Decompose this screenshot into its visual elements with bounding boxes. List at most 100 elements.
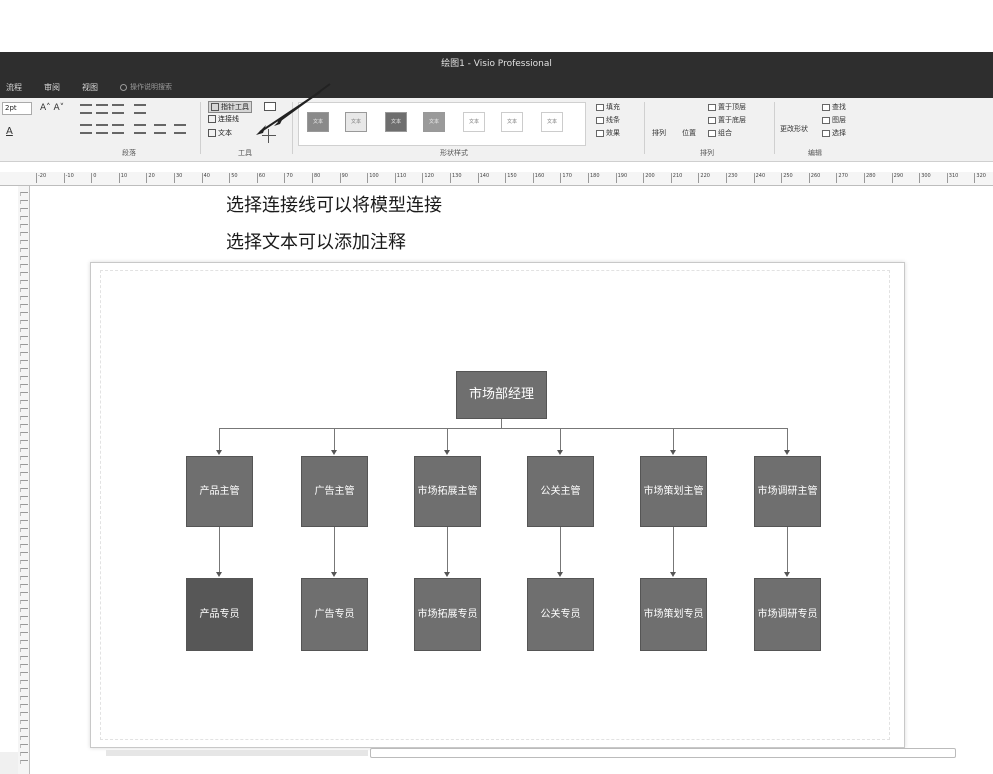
line-button[interactable]: 线条 bbox=[596, 115, 620, 125]
effects-label: 效果 bbox=[606, 129, 620, 137]
align-center-icon[interactable] bbox=[96, 104, 108, 114]
connector-line bbox=[334, 527, 335, 572]
position-button[interactable]: 位置 bbox=[682, 128, 696, 138]
find-label: 查找 bbox=[832, 103, 846, 111]
horizontal-scrollbar[interactable] bbox=[370, 748, 956, 758]
annotation-text-hint: 选择文本可以添加注释 bbox=[226, 232, 406, 253]
pointer-icon bbox=[211, 103, 219, 111]
arrow-head bbox=[557, 572, 563, 577]
ruler-tick: 0 bbox=[91, 173, 97, 183]
find-button[interactable]: 查找 bbox=[822, 102, 846, 112]
font-size-box[interactable]: 2pt bbox=[2, 102, 32, 115]
indent-icon[interactable] bbox=[154, 124, 166, 134]
ruler-tick bbox=[20, 344, 28, 348]
arrow-head bbox=[557, 450, 563, 455]
title-bar: 绘图1 - Visio Professional 流程 审阅 视图 操作说明搜索 bbox=[0, 52, 993, 98]
arrow-head bbox=[444, 572, 450, 577]
ruler-tick bbox=[20, 360, 28, 364]
fill-button[interactable]: 填充 bbox=[596, 102, 620, 112]
ruler-tick: 300 bbox=[919, 173, 931, 183]
ruler-tick bbox=[20, 696, 28, 700]
ruler-tick bbox=[20, 704, 28, 708]
bullets-icon[interactable] bbox=[134, 104, 146, 114]
align-middle-icon[interactable] bbox=[96, 124, 108, 134]
ruler-tick bbox=[20, 384, 28, 388]
ruler-tick: 10 bbox=[118, 173, 128, 183]
grow-shrink-font-buttons[interactable]: A˄ A˅ bbox=[40, 103, 64, 113]
ribbon-separator bbox=[200, 102, 201, 154]
bring-to-front-button[interactable]: 置于顶层 bbox=[708, 102, 746, 112]
ruler-tick bbox=[20, 608, 28, 612]
group-label-paragraph: 段落 bbox=[122, 149, 136, 157]
tab-review[interactable]: 审阅 bbox=[44, 82, 60, 93]
ruler-tick bbox=[20, 432, 28, 436]
ruler-tick bbox=[20, 728, 28, 732]
effects-icon bbox=[596, 129, 604, 137]
layers-button[interactable]: 图层 bbox=[822, 115, 846, 125]
align-right-icon[interactable] bbox=[112, 104, 124, 114]
node-label: 专员 bbox=[683, 608, 704, 620]
ruler-tick bbox=[20, 576, 28, 580]
text-tool-label: 文本 bbox=[218, 129, 232, 137]
connector-line bbox=[219, 527, 220, 572]
select-button[interactable]: 选择 bbox=[822, 128, 846, 138]
ruler-tick bbox=[20, 600, 28, 604]
arrow-head bbox=[670, 450, 676, 455]
change-shape-button[interactable]: 更改形状 bbox=[780, 124, 808, 134]
node-supervisor: 市场拓展 主管 bbox=[414, 456, 481, 527]
pointer-tool-label: 指针工具 bbox=[221, 103, 249, 111]
send-to-back-button[interactable]: 置于底层 bbox=[708, 115, 746, 125]
ruler-tick bbox=[20, 376, 28, 380]
shape-styles-gallery: 文本 文本 文本 文本 文本 文本 文本 bbox=[298, 102, 586, 146]
outdent-icon[interactable] bbox=[174, 124, 186, 134]
node-label: 公关主管 bbox=[540, 485, 581, 497]
select-icon bbox=[822, 129, 830, 137]
ruler-tick bbox=[20, 664, 28, 668]
ruler-tick bbox=[20, 488, 28, 492]
ruler-tick: 290 bbox=[891, 173, 904, 183]
node-label: 市场调研 bbox=[757, 608, 798, 620]
align-left-icon[interactable] bbox=[80, 104, 92, 114]
shape-style-thumb[interactable]: 文本 bbox=[463, 112, 485, 132]
tell-me-search[interactable]: 操作说明搜索 bbox=[120, 82, 172, 92]
ruler-tick: 240 bbox=[753, 173, 766, 183]
node-label: 广告主管 bbox=[314, 485, 355, 497]
bring-front-label: 置于顶层 bbox=[718, 103, 746, 111]
align-button[interactable]: 排列 bbox=[652, 128, 666, 138]
page-tabs-area bbox=[106, 750, 368, 756]
node-supervisor: 广告主管 bbox=[301, 456, 368, 527]
ruler-tick bbox=[20, 712, 28, 716]
node-label: 公关专员 bbox=[540, 608, 581, 620]
ruler-tick bbox=[20, 648, 28, 652]
arrow-head bbox=[331, 450, 337, 455]
shape-style-thumb[interactable]: 文本 bbox=[541, 112, 563, 132]
ribbon-tabs: 流程 审阅 视图 操作说明搜索 bbox=[0, 78, 172, 96]
ruler-tick bbox=[20, 352, 28, 356]
ruler-tick: -20 bbox=[35, 173, 47, 183]
ruler-tick bbox=[20, 400, 28, 404]
group-label-tools: 工具 bbox=[238, 149, 252, 157]
connector-line bbox=[787, 428, 788, 450]
group-label-shape-styles: 形状样式 bbox=[440, 149, 468, 157]
shape-style-thumb[interactable]: 文本 bbox=[385, 112, 407, 132]
ruler-tick bbox=[20, 688, 28, 692]
shape-style-thumb[interactable]: 文本 bbox=[345, 112, 367, 132]
connector-tool-button[interactable]: 连接线 bbox=[208, 114, 239, 124]
effects-button[interactable]: 效果 bbox=[596, 128, 620, 138]
find-icon bbox=[822, 103, 830, 111]
align-top-icon[interactable] bbox=[80, 124, 92, 134]
shape-style-thumb[interactable]: 文本 bbox=[423, 112, 445, 132]
group-button[interactable]: 组合 bbox=[708, 128, 732, 138]
tab-view[interactable]: 视图 bbox=[82, 82, 98, 93]
text-tool-button[interactable]: 文本 bbox=[208, 128, 232, 138]
fill-label: 填充 bbox=[606, 103, 620, 111]
pointer-tool-button[interactable]: 指针工具 bbox=[208, 101, 252, 113]
font-color-button[interactable]: A bbox=[6, 126, 13, 137]
shape-style-thumb[interactable]: 文本 bbox=[501, 112, 523, 132]
align-bottom-icon[interactable] bbox=[112, 124, 124, 134]
ruler-tick: 250 bbox=[781, 173, 793, 183]
node-specialist: 广告专员 bbox=[301, 578, 368, 651]
ruler-tick bbox=[20, 520, 28, 524]
text-direction-icon[interactable] bbox=[134, 124, 146, 134]
tab-process[interactable]: 流程 bbox=[6, 82, 22, 93]
